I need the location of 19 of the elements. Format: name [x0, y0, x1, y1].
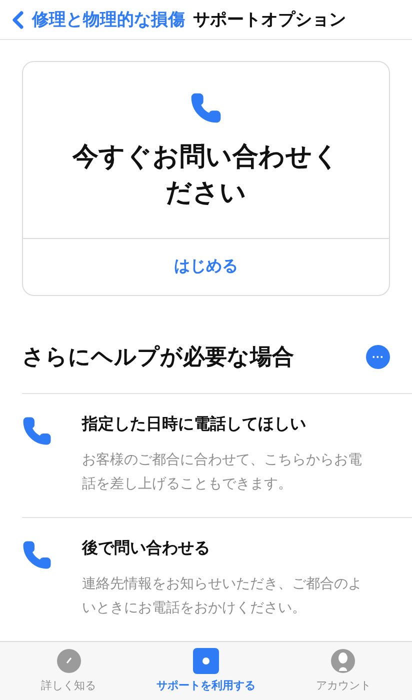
- more-button[interactable]: ···: [366, 344, 390, 369]
- support-icon: [192, 648, 219, 674]
- phone-icon: [22, 540, 52, 570]
- option-title: 後で問い合わせる: [82, 538, 211, 560]
- option-description: お客様のご都合に合わせて、こちらからお電話を差し上げることもできます。: [82, 450, 362, 494]
- person-icon: [330, 648, 356, 674]
- option-title: 指定した日時に電話してほしい: [82, 414, 307, 436]
- option-description: 連絡先情報をお知らせいただき、ご都合のよいときにお電話をおかけください。: [82, 574, 362, 618]
- page-title: サポートオプション: [193, 8, 346, 31]
- section-heading: さらにヘルプが必要な場合: [22, 343, 294, 372]
- card-title: 今すぐお問い合わせください: [71, 140, 340, 210]
- tab[interactable]: 詳しく知る: [0, 642, 138, 700]
- compass-icon: [56, 648, 82, 674]
- back-button[interactable]: 修理と物理的な損傷: [4, 6, 185, 34]
- tab[interactable]: アカウント: [274, 642, 412, 700]
- phone-icon: [190, 92, 222, 124]
- start-link[interactable]: はじめる: [174, 255, 238, 280]
- phone-icon: [22, 416, 52, 446]
- tab[interactable]: サポートを利用する: [137, 642, 275, 700]
